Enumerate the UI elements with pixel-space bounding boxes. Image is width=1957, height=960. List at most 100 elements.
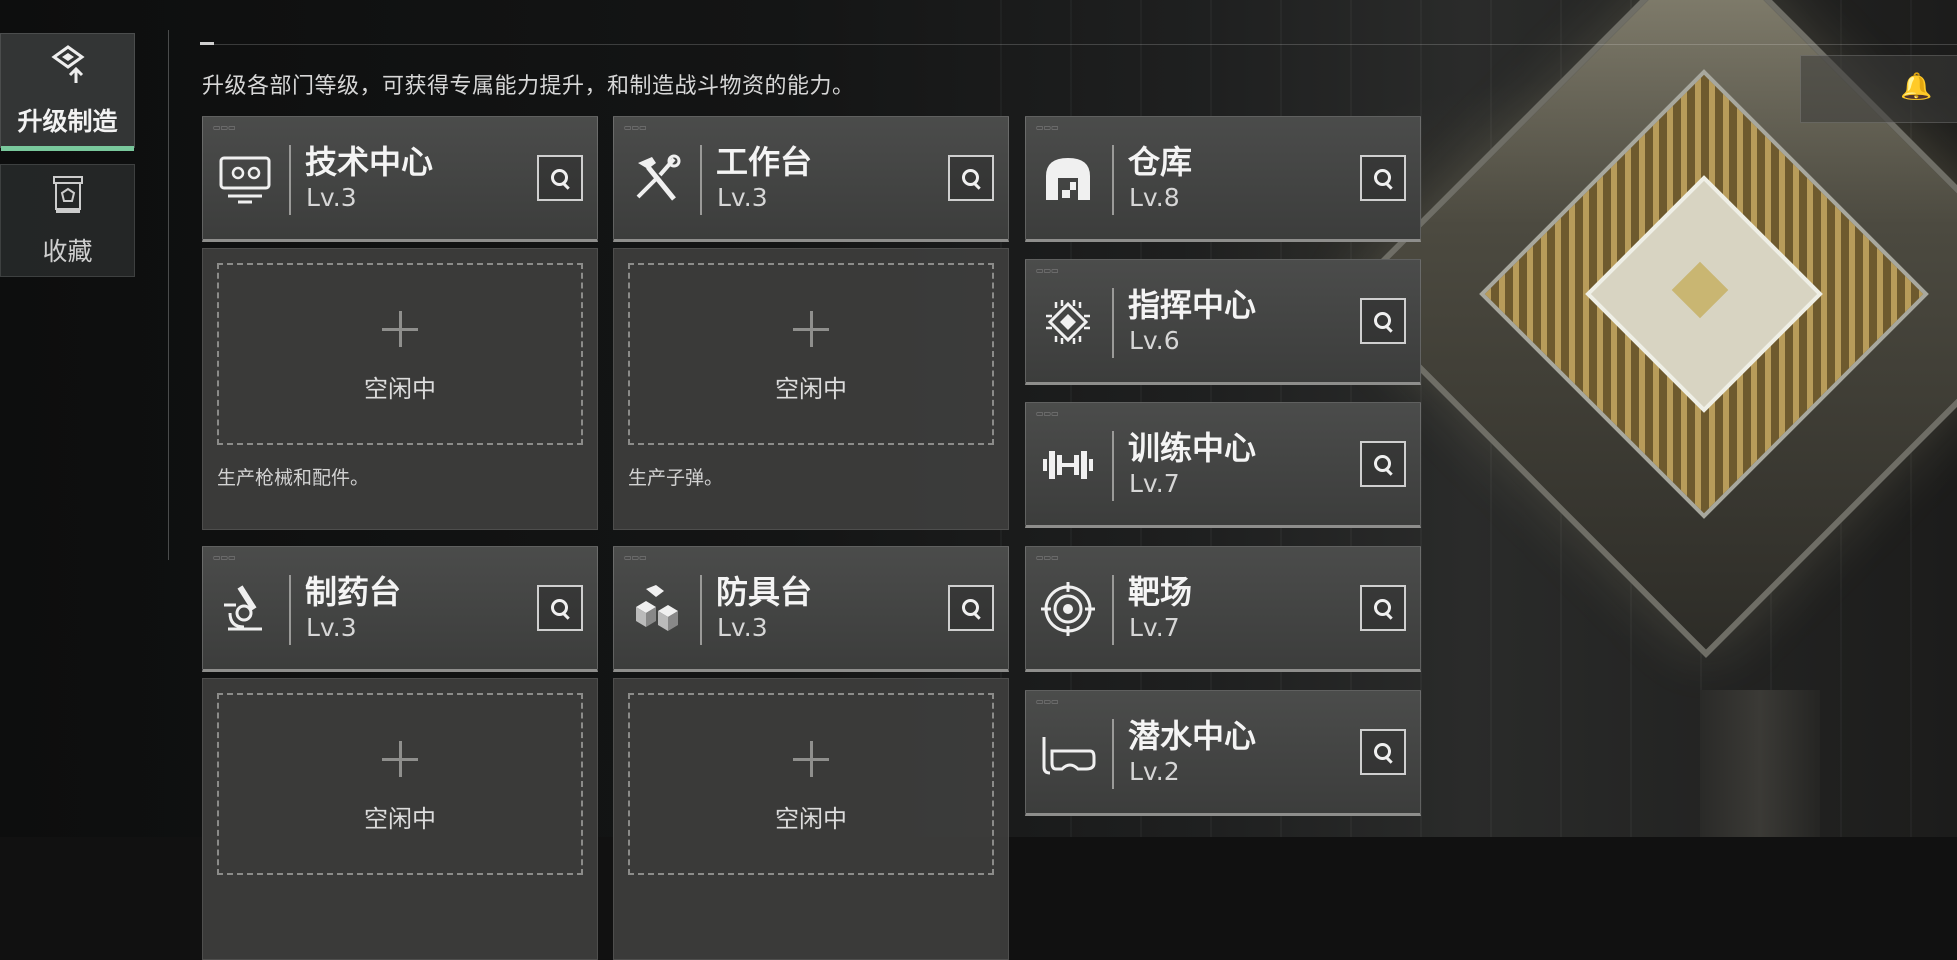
department-name: 仓库	[1128, 143, 1193, 181]
department-card-workbench[interactable]: ▭▭▭ 工作台 Lv.3	[613, 116, 1009, 242]
card-separator	[1112, 145, 1114, 215]
production-slot-panel: 空闲中 生产子弹。	[613, 248, 1009, 530]
department-level: Lv.7	[1129, 613, 1180, 642]
warehouse-icon	[1038, 149, 1098, 209]
search-icon	[1374, 743, 1392, 761]
inspect-button[interactable]	[537, 585, 583, 631]
production-slot[interactable]: 空闲中	[628, 263, 994, 445]
card-tag: ▭▭▭	[624, 123, 647, 132]
hammer-wrench-icon	[626, 149, 686, 209]
department-level: Lv.3	[306, 183, 357, 212]
production-slot[interactable]: 空闲中	[628, 693, 994, 875]
sidebar-item-collection[interactable]: 收藏	[0, 164, 135, 277]
search-icon	[1374, 169, 1392, 187]
search-icon	[962, 169, 980, 187]
inspect-button[interactable]	[1360, 155, 1406, 201]
inspect-button[interactable]	[948, 155, 994, 201]
sidebar-item-upgrade[interactable]: 升级制造	[0, 33, 135, 151]
slot-status: 空闲中	[364, 805, 436, 833]
plus-icon	[382, 741, 418, 777]
department-level: Lv.3	[306, 613, 357, 642]
card-tag: ▭▭▭	[1036, 697, 1059, 706]
department-card-warehouse[interactable]: ▭▭▭ 仓库 Lv.8	[1025, 116, 1421, 242]
department-card-diving-center[interactable]: ▭▭▭ 潜水中心 Lv.2	[1025, 690, 1421, 816]
computer-icon	[215, 149, 275, 209]
card-tag: ▭▭▭	[624, 553, 647, 562]
department-card-command-center[interactable]: ▭▭▭ 指挥中心 Lv.6	[1025, 259, 1421, 385]
microscope-icon	[215, 579, 275, 639]
department-name: 训练中心	[1128, 429, 1257, 467]
plus-icon	[793, 741, 829, 777]
target-icon	[1038, 579, 1098, 639]
command-chip-icon	[1038, 292, 1098, 352]
department-card-pharmacy[interactable]: ▭▭▭ 制药台 Lv.3	[202, 546, 598, 672]
plus-icon	[382, 311, 418, 347]
sidebar-item-label: 升级制造	[17, 107, 118, 136]
page-description: 升级各部门等级，可获得专属能力提升，和制造战斗物资的能力。	[202, 74, 855, 99]
department-name: 靶场	[1128, 573, 1193, 611]
production-description: 生产枪械和配件。	[217, 467, 370, 489]
sidebar-item-label: 收藏	[42, 237, 93, 266]
upgrade-icon	[46, 43, 90, 96]
search-icon	[1374, 312, 1392, 330]
search-icon	[1374, 599, 1392, 617]
inspect-button[interactable]	[1360, 729, 1406, 775]
department-level: Lv.3	[717, 613, 768, 642]
department-name: 指挥中心	[1128, 286, 1257, 324]
department-name: 制药台	[305, 573, 402, 611]
inspect-button[interactable]	[537, 155, 583, 201]
card-separator	[1112, 288, 1114, 358]
sidebar-divider	[168, 30, 169, 560]
inspect-button[interactable]	[1360, 298, 1406, 344]
card-tag: ▭▭▭	[1036, 266, 1059, 275]
slot-status: 空闲中	[775, 805, 847, 833]
card-separator	[289, 575, 291, 645]
production-description: 生产子弹。	[628, 467, 724, 489]
card-separator	[700, 575, 702, 645]
search-icon	[1374, 455, 1392, 473]
armor-blocks-icon	[626, 579, 686, 639]
department-card-tech-center[interactable]: ▭▭▭ 技术中心 Lv.3	[202, 116, 598, 242]
inspect-button[interactable]	[1360, 441, 1406, 487]
slot-status: 空闲中	[775, 375, 847, 403]
card-tag: ▭▭▭	[1036, 123, 1059, 132]
department-level: Lv.3	[717, 183, 768, 212]
inspect-button[interactable]	[948, 585, 994, 631]
card-separator	[1112, 719, 1114, 789]
search-icon	[962, 599, 980, 617]
department-level: Lv.6	[1129, 326, 1180, 355]
diving-mask-icon	[1038, 723, 1098, 783]
inspect-button[interactable]	[1360, 585, 1406, 631]
production-slot[interactable]: 空闲中	[217, 263, 583, 445]
department-name: 工作台	[716, 143, 813, 181]
card-separator	[289, 145, 291, 215]
card-separator	[1112, 431, 1114, 501]
department-name: 潜水中心	[1128, 717, 1257, 755]
card-tag: ▭▭▭	[213, 123, 236, 132]
search-icon	[551, 599, 569, 617]
department-card-armor-bench[interactable]: ▭▭▭ 防具台 Lv.3	[613, 546, 1009, 672]
slot-status: 空闲中	[364, 375, 436, 403]
card-tag: ▭▭▭	[213, 553, 236, 562]
production-slot[interactable]: 空闲中	[217, 693, 583, 875]
plus-icon	[793, 311, 829, 347]
department-level: Lv.7	[1129, 469, 1180, 498]
card-separator	[1112, 575, 1114, 645]
department-name: 防具台	[716, 573, 813, 611]
department-card-training-center[interactable]: ▭▭▭ 训练中心 Lv.7	[1025, 402, 1421, 528]
notification-button[interactable]	[1800, 55, 1957, 123]
production-slot-panel: 空闲中	[613, 678, 1009, 960]
production-slot-panel: 空闲中	[202, 678, 598, 960]
department-level: Lv.2	[1129, 757, 1180, 786]
department-card-shooting-range[interactable]: ▭▭▭ 靶场 Lv.7	[1025, 546, 1421, 672]
card-separator	[700, 145, 702, 215]
department-level: Lv.8	[1129, 183, 1180, 212]
department-name: 技术中心	[305, 143, 434, 181]
card-tag: ▭▭▭	[1036, 553, 1059, 562]
production-slot-panel: 空闲中 生产枪械和配件。	[202, 248, 598, 530]
collection-icon	[48, 173, 88, 226]
header-divider	[200, 44, 1957, 45]
dumbbell-icon	[1038, 435, 1098, 495]
pillar-artwork	[1700, 690, 1820, 837]
card-tag: ▭▭▭	[1036, 409, 1059, 418]
